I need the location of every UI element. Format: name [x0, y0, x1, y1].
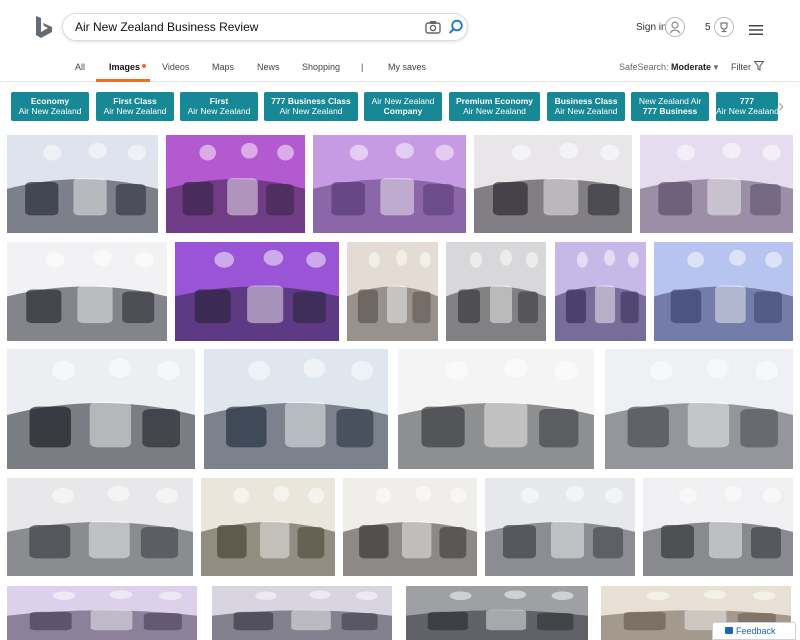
image-result-tile[interactable]: [555, 242, 646, 341]
chip-line2: 777 Business: [642, 106, 698, 116]
tab-my-saves[interactable]: My saves: [388, 62, 426, 72]
search-box[interactable]: Air New Zealand Business Review: [62, 13, 468, 41]
chip-line1: First Class: [113, 96, 157, 106]
related-chip[interactable]: Economy Air New Zealand: [11, 92, 89, 121]
nav-separator: |: [361, 62, 364, 72]
image-result-tile[interactable]: [313, 135, 466, 233]
image-result-tile[interactable]: [7, 135, 158, 233]
safesearch-dropdown[interactable]: SafeSearch: Moderate ▾: [619, 62, 718, 73]
chip-line1: 777: [739, 96, 755, 106]
rewards-count: 5: [705, 22, 711, 33]
chip-line2: Air New Zealand: [18, 106, 82, 116]
image-result-tile[interactable]: [474, 135, 632, 233]
image-result-tile[interactable]: [204, 349, 388, 469]
image-result-tile[interactable]: [406, 586, 588, 640]
related-chip[interactable]: New Zealand Air 777 Business: [631, 92, 709, 121]
image-result-tile[interactable]: [166, 135, 305, 233]
image-result-tile[interactable]: [485, 478, 635, 576]
related-chip[interactable]: Air New Zealand Company: [364, 92, 442, 121]
chip-line2: Air New Zealand: [463, 106, 526, 116]
tab-maps[interactable]: Maps: [212, 62, 234, 72]
related-chip[interactable]: Premium Economy Air New Zealand: [449, 92, 540, 121]
image-result-tile[interactable]: [343, 478, 477, 576]
related-chip[interactable]: First Air New Zealand: [180, 92, 258, 121]
chip-line1: 777 Business Class: [271, 96, 351, 106]
feedback-button[interactable]: Feedback: [712, 622, 796, 640]
hamburger-menu-icon[interactable]: [749, 22, 763, 35]
chip-line2: Air New Zealand: [279, 106, 343, 116]
chip-line1: Business Class: [554, 96, 618, 106]
funnel-icon: [752, 61, 765, 71]
image-result-tile[interactable]: [7, 478, 193, 576]
tab-videos[interactable]: Videos: [162, 62, 189, 72]
active-tab-indicator: [96, 79, 150, 82]
related-chip[interactable]: Business Class Air New Zealand: [547, 92, 625, 121]
safesearch-label: SafeSearch:: [619, 62, 669, 72]
chip-line2: Air New Zealand: [554, 106, 618, 116]
vertical-nav: All Images Videos Maps News Shopping | M…: [0, 54, 800, 82]
tab-news[interactable]: News: [257, 62, 280, 72]
related-chip[interactable]: First Class Air New Zealand: [96, 92, 174, 121]
feedback-label: Feedback: [736, 626, 776, 636]
filter-button[interactable]: Filter: [731, 61, 765, 72]
image-result-tile[interactable]: [347, 242, 438, 341]
image-result-tile[interactable]: [212, 586, 392, 640]
chip-line1: Economy: [30, 96, 70, 106]
image-result-tile[interactable]: [7, 586, 197, 640]
image-result-tile[interactable]: [654, 242, 793, 341]
bing-logo-icon[interactable]: [34, 15, 54, 39]
chip-line1: New Zealand Air: [638, 96, 702, 106]
chevron-right-icon[interactable]: ›: [778, 96, 792, 116]
chip-line1: Air New Zealand: [371, 96, 435, 106]
new-indicator-dot: [142, 64, 146, 68]
signin-link[interactable]: Sign in: [636, 22, 667, 33]
rewards-trophy-icon[interactable]: [714, 17, 734, 37]
avatar-icon[interactable]: [665, 17, 685, 37]
chevron-down-icon: ▾: [713, 62, 719, 72]
chip-line2: Air New Zealand: [716, 106, 778, 116]
image-result-tile[interactable]: [605, 349, 793, 469]
tab-shopping[interactable]: Shopping: [302, 62, 340, 72]
camera-icon[interactable]: [425, 20, 441, 34]
image-result-tile[interactable]: [643, 478, 793, 576]
search-input[interactable]: Air New Zealand Business Review: [75, 20, 258, 34]
related-chip[interactable]: 777 Business Class Air New Zealand: [264, 92, 358, 121]
chip-line1: Premium Economy: [456, 96, 533, 106]
image-result-tile[interactable]: [175, 242, 339, 341]
chip-line2: Air New Zealand: [103, 106, 167, 116]
chip-line1: First: [209, 96, 229, 106]
chat-icon: [725, 627, 733, 634]
search-icon[interactable]: [448, 19, 464, 35]
header: Air New Zealand Business Review Sign in …: [0, 0, 800, 54]
filter-label: Filter: [731, 62, 751, 72]
image-result-tile[interactable]: [201, 478, 335, 576]
related-chip[interactable]: 777 Air New Zealand: [716, 92, 778, 121]
chip-line2: Air New Zealand: [187, 106, 251, 116]
image-result-tile[interactable]: [640, 135, 793, 233]
chip-line2: Company: [383, 106, 423, 116]
tab-images[interactable]: Images: [109, 62, 140, 72]
tab-all[interactable]: All: [75, 62, 85, 72]
image-result-tile[interactable]: [7, 349, 195, 469]
image-result-tile[interactable]: [398, 349, 594, 469]
image-result-tile[interactable]: [7, 242, 167, 341]
image-result-tile[interactable]: [446, 242, 546, 341]
safesearch-value: Moderate: [671, 62, 712, 72]
